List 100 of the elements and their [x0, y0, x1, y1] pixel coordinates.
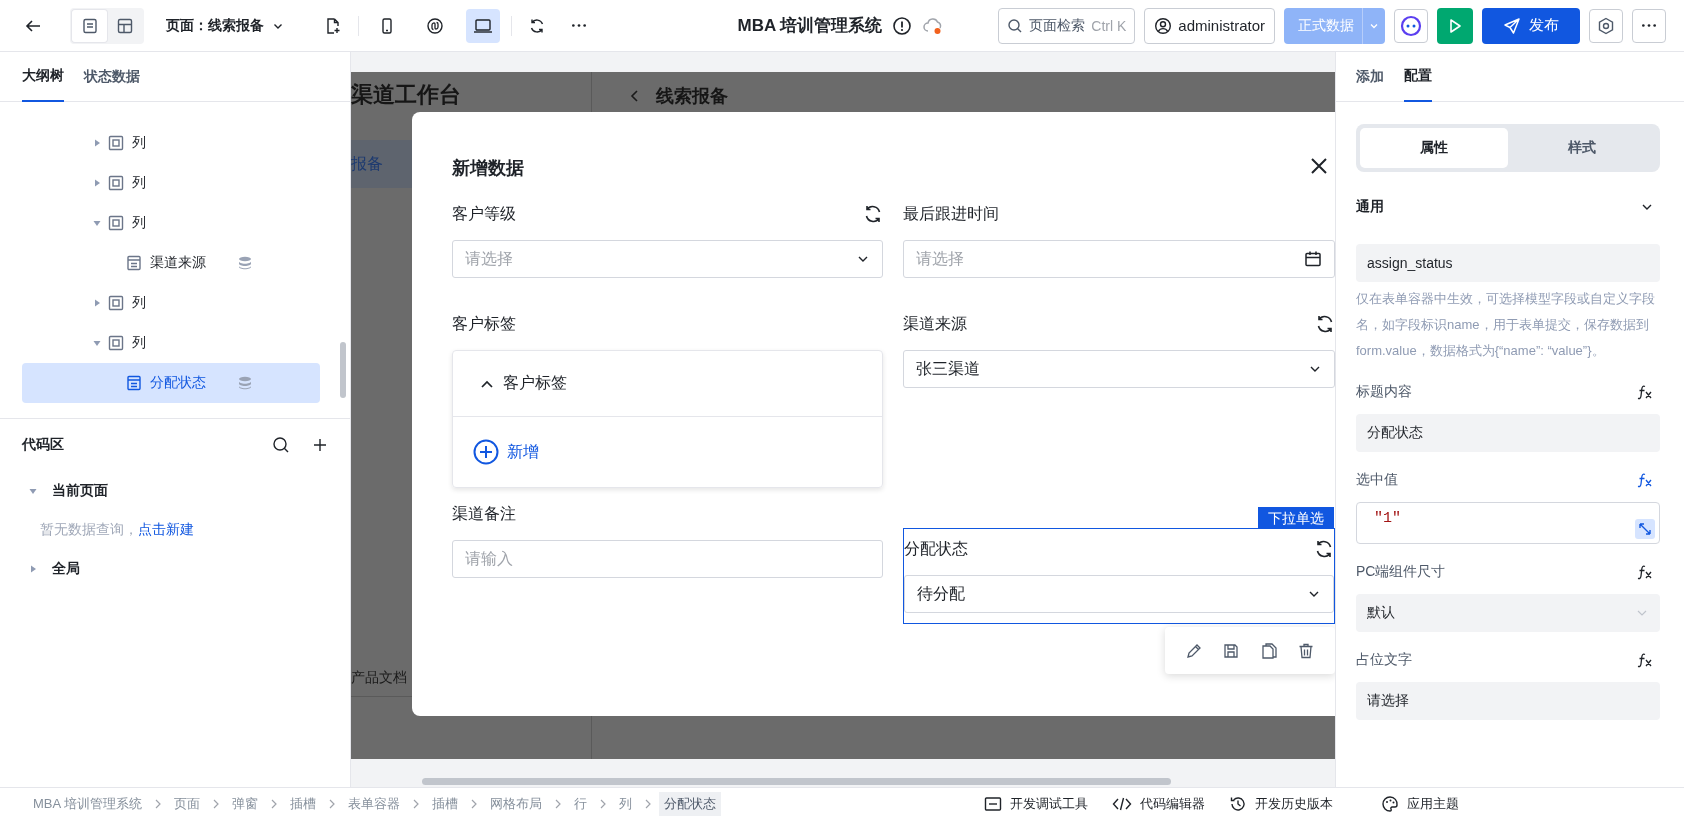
property-input[interactable]: 请选择 — [1356, 682, 1660, 720]
help-text: 仅在表单容器中生效，可选择模型字段或自定义字段名，如字段标识name，用于表单提交，保存数据到form.value，数据格式为{“name”: “value”}。 — [1356, 290, 1656, 360]
column-icon — [108, 215, 124, 231]
chevron-right-icon — [644, 799, 653, 809]
back-icon[interactable] — [630, 89, 640, 103]
search-icon — [1007, 17, 1024, 34]
dialog-title: 新增数据 — [452, 157, 524, 180]
tree-item-label: 列 — [132, 214, 146, 232]
desktop-icon — [473, 16, 493, 35]
toolbar-button[interactable]: 代码编辑器 — [1112, 795, 1205, 813]
mini-program-icon — [426, 16, 444, 35]
field-label: 最后跟进时间 — [903, 203, 999, 224]
code-section[interactable]: 当前页面 — [22, 471, 328, 511]
section-title: 代码区 — [22, 436, 65, 454]
empty-hint: 暂无数据查询， — [40, 521, 138, 539]
breadcrumb-item[interactable]: 页面 — [169, 792, 206, 816]
section-header[interactable]: 通用 — [1356, 192, 1660, 222]
tree-item[interactable]: 渠道来源 — [22, 243, 320, 283]
field-name-input[interactable]: assign_status — [1356, 244, 1660, 282]
palette-icon — [1381, 795, 1399, 813]
tree-item-label: 列 — [132, 334, 146, 352]
breadcrumb-item[interactable]: 表单容器 — [343, 792, 406, 816]
caret-icon — [28, 486, 38, 496]
refresh-icon[interactable] — [1314, 539, 1334, 559]
tree-item-label: 列 — [132, 294, 146, 312]
field-label: 渠道来源 — [903, 313, 967, 334]
copy-icon[interactable] — [1259, 641, 1278, 660]
segment-tab[interactable]: 样式 — [1508, 128, 1656, 168]
field-label: 渠道备注 — [452, 503, 516, 524]
property-input[interactable]: 分配状态 — [1356, 414, 1660, 452]
chevron-right-icon — [154, 799, 163, 809]
file-plus-icon — [324, 16, 342, 35]
create-link[interactable]: 点击新建 — [138, 521, 194, 539]
page-selector[interactable]: 页面：线索报备 — [166, 16, 284, 35]
column-icon — [108, 335, 124, 351]
delete-icon[interactable] — [1297, 641, 1316, 660]
group-header[interactable]: 客户标签 — [453, 351, 882, 417]
page-title: 渠道工作台 — [351, 82, 461, 108]
plus-circle-icon — [473, 439, 499, 465]
tree-item[interactable]: 列 — [22, 163, 320, 203]
select-field[interactable]: 待分配 — [904, 575, 1334, 613]
refresh-icon — [528, 16, 546, 35]
tree-item[interactable]: 列 — [22, 123, 320, 163]
tree-item[interactable]: 列 — [22, 203, 320, 243]
panel-tab[interactable]: 大纲树 — [22, 52, 64, 102]
breadcrumb-item[interactable]: 插槽 — [285, 792, 322, 816]
settings-button[interactable] — [1589, 8, 1623, 43]
caret-icon[interactable] — [92, 338, 102, 348]
panel-tab[interactable]: 添加 — [1356, 52, 1384, 102]
property-label: PC端组件尺寸 — [1356, 563, 1446, 581]
user-icon — [1154, 16, 1173, 35]
expand-icon[interactable] — [1635, 519, 1655, 539]
field-label: 分配状态 — [904, 538, 968, 559]
add-icon[interactable] — [312, 437, 328, 453]
refresh-icon[interactable] — [863, 204, 883, 224]
toolbar-button[interactable]: 开发历史版本 — [1229, 795, 1333, 813]
scrollbar[interactable] — [340, 342, 346, 398]
info-icon[interactable] — [892, 15, 913, 36]
theme-button[interactable]: 应用主题 — [1381, 795, 1459, 813]
outline-view-toggle[interactable] — [72, 9, 107, 42]
caret-icon[interactable] — [92, 298, 102, 308]
field-label: 客户等级 — [452, 203, 516, 224]
property-select[interactable]: 默认 — [1356, 594, 1660, 632]
segment-tab[interactable]: 属性 — [1360, 128, 1508, 168]
scrollbar[interactable] — [422, 778, 1171, 785]
preview-button[interactable] — [1437, 7, 1473, 44]
select-field[interactable]: 张三渠道 — [903, 350, 1335, 388]
search-icon[interactable] — [272, 436, 290, 454]
save-icon[interactable] — [1222, 641, 1241, 660]
close-icon[interactable] — [1310, 157, 1328, 175]
settings-icon — [1597, 16, 1615, 35]
column-icon — [108, 135, 124, 151]
formula-icon[interactable] — [1636, 472, 1654, 488]
page-search-button[interactable]: 页面检索 Ctrl K — [998, 7, 1136, 44]
assistant-button[interactable] — [1394, 8, 1428, 43]
caret-icon[interactable] — [92, 138, 102, 148]
tree-item-label: 分配状态 — [150, 374, 206, 392]
caret-icon[interactable] — [92, 218, 102, 228]
more-icon — [572, 24, 586, 27]
formula-icon[interactable] — [1636, 564, 1654, 580]
tree-item[interactable]: 分配状态 — [22, 363, 320, 403]
caret-icon[interactable] — [92, 178, 102, 188]
toolbar-button[interactable]: 开发调试工具 — [984, 795, 1088, 813]
formula-icon[interactable] — [1636, 652, 1654, 668]
panel-tab[interactable]: 状态数据 — [84, 52, 140, 102]
tree-item[interactable]: 列 — [22, 283, 320, 323]
code-input[interactable]: "1" — [1356, 502, 1660, 544]
breadcrumb-item[interactable]: 插槽 — [427, 792, 464, 816]
tree-item-label: 渠道来源 — [150, 254, 206, 272]
device-toggle[interactable] — [466, 8, 500, 43]
monitor-icon — [984, 796, 1002, 812]
breadcrumb-item[interactable]: 分配状态 — [659, 792, 722, 816]
panel-tab[interactable]: 配置 — [1404, 52, 1432, 102]
code-section[interactable]: 全局 — [22, 549, 328, 589]
publish-button[interactable]: 发布 — [1482, 7, 1580, 44]
user-button[interactable]: administrator — [1144, 7, 1275, 44]
add-button[interactable]: 新增 — [453, 417, 539, 487]
tree-item[interactable]: 列 — [22, 323, 320, 363]
refresh-icon[interactable] — [1315, 314, 1335, 334]
formula-icon[interactable] — [1636, 384, 1654, 400]
